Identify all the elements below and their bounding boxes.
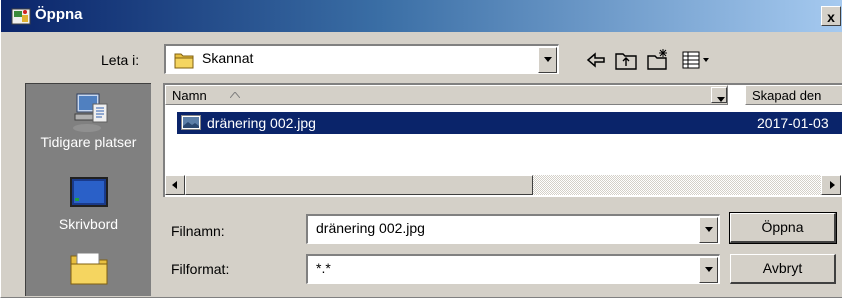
view-menu-icon[interactable] xyxy=(681,48,713,72)
file-list[interactable]: Namn Skapad den dränering 002.jpg 2017-0… xyxy=(163,83,842,197)
filename-label: Filnamn: xyxy=(171,223,225,239)
documents-folder-icon xyxy=(70,252,107,285)
lookin-dropdown-button[interactable] xyxy=(538,47,557,73)
scroll-left-button[interactable] xyxy=(165,175,185,195)
lookin-label: Leta i: xyxy=(101,52,140,68)
file-created: 2017-01-03 xyxy=(757,115,829,131)
desktop-icon xyxy=(69,177,108,207)
cancel-button[interactable]: Avbryt xyxy=(730,254,836,284)
open-dialog: Öppna x Leta i: Skannat Tidigare platser… xyxy=(0,0,842,298)
sort-ascending-icon xyxy=(230,92,240,98)
place-recent[interactable]: Tidigare platser xyxy=(26,90,151,150)
new-folder-icon[interactable] xyxy=(646,48,670,72)
place-documents[interactable] xyxy=(26,248,151,288)
open-button[interactable]: Öppna xyxy=(729,212,837,244)
filetype-combobox[interactable]: *.* xyxy=(306,254,720,284)
filetype-dropdown-button[interactable] xyxy=(699,257,718,283)
recent-places-icon xyxy=(72,93,107,132)
app-icon xyxy=(11,8,31,25)
scroll-right-button[interactable] xyxy=(821,175,841,195)
place-recent-label: Tidigare platser xyxy=(40,134,137,150)
filename-value: dränering 002.jpg xyxy=(316,220,425,236)
filetype-label: Filformat: xyxy=(171,261,230,277)
title-bar[interactable]: Öppna x xyxy=(1,0,842,32)
place-desktop[interactable]: Skrivbord xyxy=(26,174,151,232)
column-header-name[interactable]: Namn xyxy=(165,85,728,105)
close-button[interactable]: x xyxy=(821,6,841,26)
place-desktop-label: Skrivbord xyxy=(58,216,119,232)
filename-combobox[interactable]: dränering 002.jpg xyxy=(306,214,720,244)
lookin-value: Skannat xyxy=(202,50,254,66)
filetype-value: *.* xyxy=(316,260,331,276)
filename-dropdown-button[interactable] xyxy=(699,217,718,243)
scroll-thumb[interactable] xyxy=(185,175,533,195)
places-bar: Tidigare platser Skrivbord xyxy=(25,83,151,296)
file-name: dränering 002.jpg xyxy=(207,115,316,131)
file-row[interactable]: dränering 002.jpg 2017-01-03 xyxy=(177,112,842,134)
column-header-created[interactable]: Skapad den xyxy=(745,85,842,105)
lookin-combobox[interactable]: Skannat xyxy=(164,44,559,74)
back-icon[interactable] xyxy=(584,48,608,72)
horizontal-scrollbar[interactable] xyxy=(165,175,841,195)
image-file-icon xyxy=(181,115,201,130)
up-folder-icon[interactable] xyxy=(614,48,638,72)
column-dropdown-button[interactable] xyxy=(711,87,727,103)
folder-icon xyxy=(174,53,194,69)
dialog-title: Öppna xyxy=(35,6,83,23)
